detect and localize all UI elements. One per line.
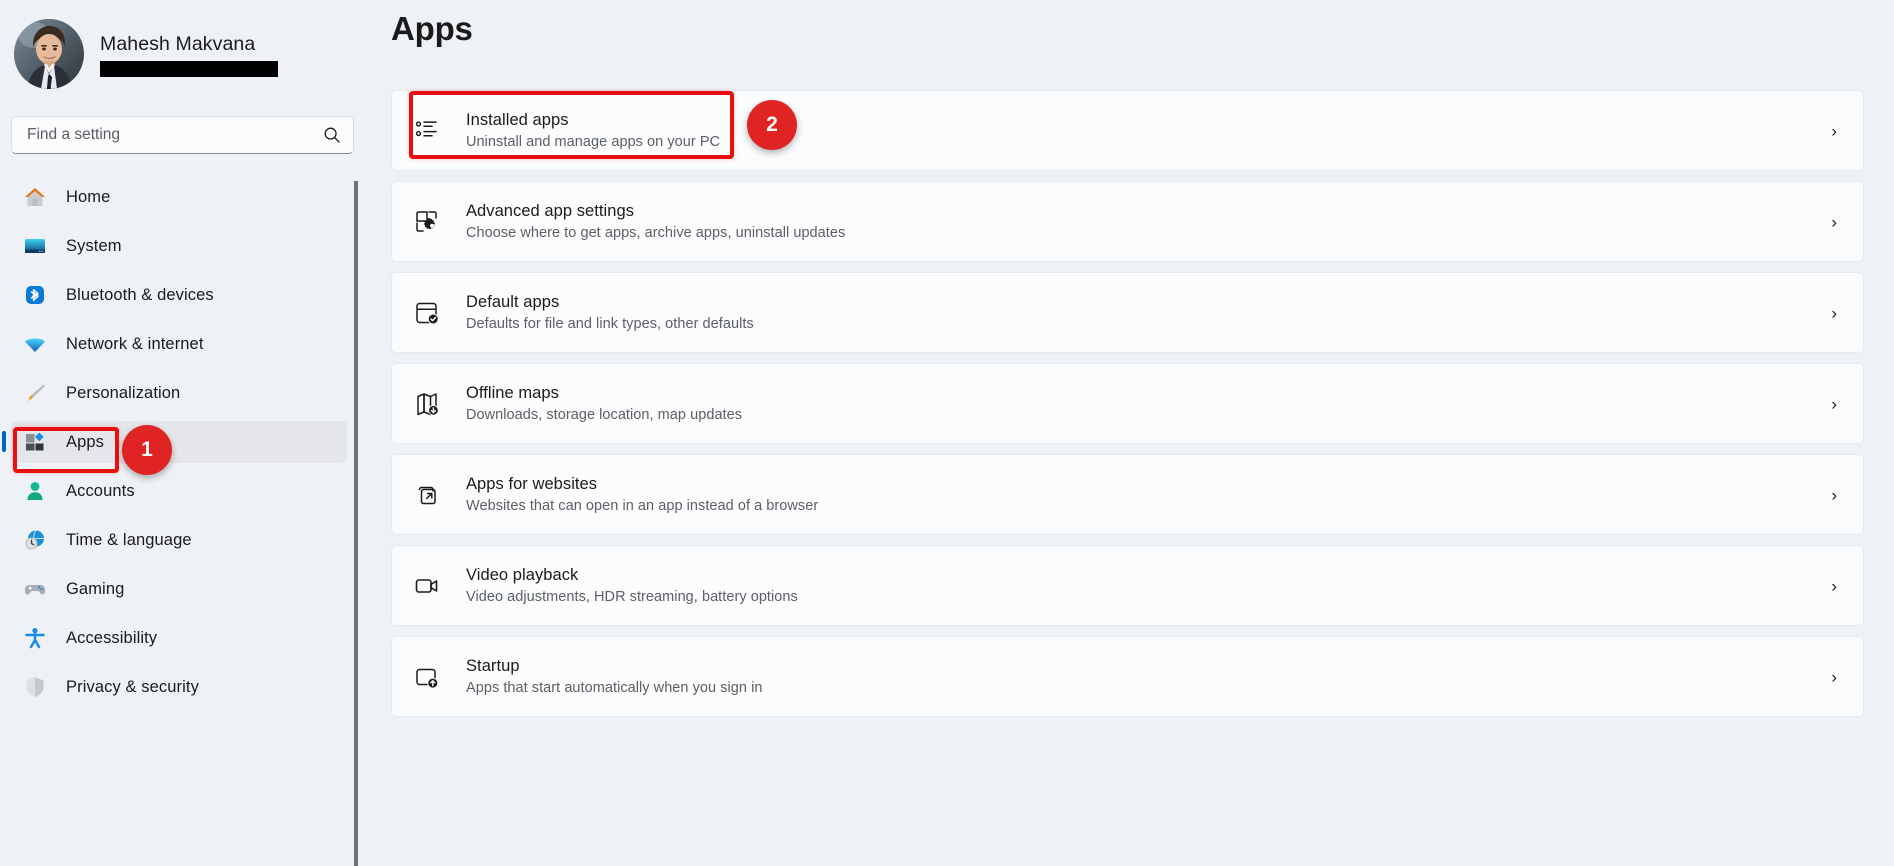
sidebar-item-label: Personalization [66, 384, 180, 403]
search-input[interactable] [27, 126, 323, 144]
sidebar-item-label: Gaming [66, 580, 124, 599]
card-subtitle: Websites that can open in an app instead… [466, 498, 818, 514]
chevron-right-icon[interactable]: › [1831, 577, 1837, 594]
profile-text: Mahesh Makvana [100, 31, 278, 77]
chevron-right-icon[interactable]: › [1831, 486, 1837, 503]
home-icon [22, 184, 48, 210]
apps-icon [22, 429, 48, 455]
card-title: Video playback [466, 566, 798, 585]
card-apps-for-websites[interactable]: Apps for websites Websites that can open… [391, 454, 1864, 535]
sidebar-item-system[interactable]: System [11, 225, 347, 267]
sidebar-item-label: Accessibility [66, 629, 157, 648]
chevron-right-icon[interactable]: › [1831, 668, 1837, 685]
sidebar-item-network-internet[interactable]: Network & internet [11, 323, 347, 365]
sidebar-item-label: Apps [66, 433, 104, 452]
card-title: Default apps [466, 293, 754, 312]
sidebar-item-label: Bluetooth & devices [66, 286, 214, 305]
gamepad-icon [22, 576, 48, 602]
avatar[interactable] [14, 19, 84, 89]
card-subtitle: Apps that start automatically when you s… [466, 680, 762, 696]
bulleted-list-icon [410, 114, 444, 148]
sidebar-item-label: Time & language [66, 531, 192, 550]
card-startup[interactable]: Startup Apps that start automatically wh… [391, 636, 1864, 717]
user-profile[interactable]: Mahesh Makvana [0, 10, 358, 94]
card-text: Apps for websites Websites that can open… [466, 475, 818, 514]
sidebar-item-home[interactable]: Home [11, 176, 347, 218]
bluetooth-icon [22, 282, 48, 308]
card-default-apps[interactable]: Default apps Defaults for file and link … [391, 272, 1864, 353]
sidebar-item-label: System [66, 237, 122, 256]
card-subtitle: Choose where to get apps, archive apps, … [466, 225, 845, 241]
chevron-right-icon[interactable]: › [1831, 304, 1837, 321]
person-icon [22, 478, 48, 504]
card-title: Offline maps [466, 384, 742, 403]
startup-arrow-icon [410, 660, 444, 694]
card-text: Advanced app settings Choose where to ge… [466, 202, 845, 241]
chevron-right-icon[interactable]: › [1831, 395, 1837, 412]
card-title: Advanced app settings [466, 202, 845, 221]
card-text: Startup Apps that start automatically wh… [466, 657, 762, 696]
clock-globe-icon [22, 527, 48, 553]
sidebar-nav: Home System [0, 176, 347, 708]
search-box[interactable] [11, 116, 354, 154]
external-link-icon [410, 478, 444, 512]
accessibility-icon [22, 625, 48, 651]
sidebar-item-bluetooth-devices[interactable]: Bluetooth & devices [11, 274, 347, 316]
card-video-playback[interactable]: Video playback Video adjustments, HDR st… [391, 545, 1864, 626]
profile-name: Mahesh Makvana [100, 33, 278, 56]
sidebar-item-accounts[interactable]: Accounts [11, 470, 347, 512]
paintbrush-icon [22, 380, 48, 406]
sidebar-item-accessibility[interactable]: Accessibility [11, 617, 347, 659]
card-subtitle: Video adjustments, HDR streaming, batter… [466, 589, 798, 605]
sidebar-item-privacy-security[interactable]: Privacy & security [11, 666, 347, 708]
sidebar-item-label: Accounts [66, 482, 135, 501]
sidebar-item-label: Privacy & security [66, 678, 199, 697]
default-apps-check-icon [410, 296, 444, 330]
card-title: Installed apps [466, 111, 720, 130]
sidebar: Mahesh Makvana [0, 0, 358, 866]
card-text: Video playback Video adjustments, HDR st… [466, 566, 798, 605]
card-text: Default apps Defaults for file and link … [466, 293, 754, 332]
card-text: Offline maps Downloads, storage location… [466, 384, 742, 423]
app-settings-gear-icon [410, 205, 444, 239]
sidebar-item-label: Network & internet [66, 335, 204, 354]
card-offline-maps[interactable]: Offline maps Downloads, storage location… [391, 363, 1864, 444]
chevron-right-icon[interactable]: › [1831, 213, 1837, 230]
card-subtitle: Uninstall and manage apps on your PC [466, 134, 720, 150]
card-text: Installed apps Uninstall and manage apps… [466, 111, 720, 150]
system-icon [22, 233, 48, 259]
wifi-icon [22, 331, 48, 357]
sidebar-item-label: Home [66, 188, 110, 207]
page-title: Apps [391, 10, 1894, 48]
sidebar-item-gaming[interactable]: Gaming [11, 568, 347, 610]
map-download-icon [410, 387, 444, 421]
sidebar-item-apps[interactable]: Apps [11, 421, 347, 463]
main-content: Apps Installed apps Uninstall and manag [358, 0, 1894, 866]
settings-card-list: Installed apps Uninstall and manage apps… [391, 90, 1894, 717]
shield-icon [22, 674, 48, 700]
settings-window: Mahesh Makvana [0, 0, 1894, 866]
sidebar-item-personalization[interactable]: Personalization [11, 372, 347, 414]
card-title: Startup [466, 657, 762, 676]
video-camera-icon [410, 569, 444, 603]
card-title: Apps for websites [466, 475, 818, 494]
card-installed-apps[interactable]: Installed apps Uninstall and manage apps… [391, 90, 1864, 171]
search-icon[interactable] [323, 126, 341, 144]
profile-email-redacted [100, 61, 278, 77]
sidebar-item-time-language[interactable]: Time & language [11, 519, 347, 561]
card-subtitle: Downloads, storage location, map updates [466, 407, 742, 423]
chevron-right-icon[interactable]: › [1831, 122, 1837, 139]
card-advanced-app-settings[interactable]: Advanced app settings Choose where to ge… [391, 181, 1864, 262]
card-subtitle: Defaults for file and link types, other … [466, 316, 754, 332]
